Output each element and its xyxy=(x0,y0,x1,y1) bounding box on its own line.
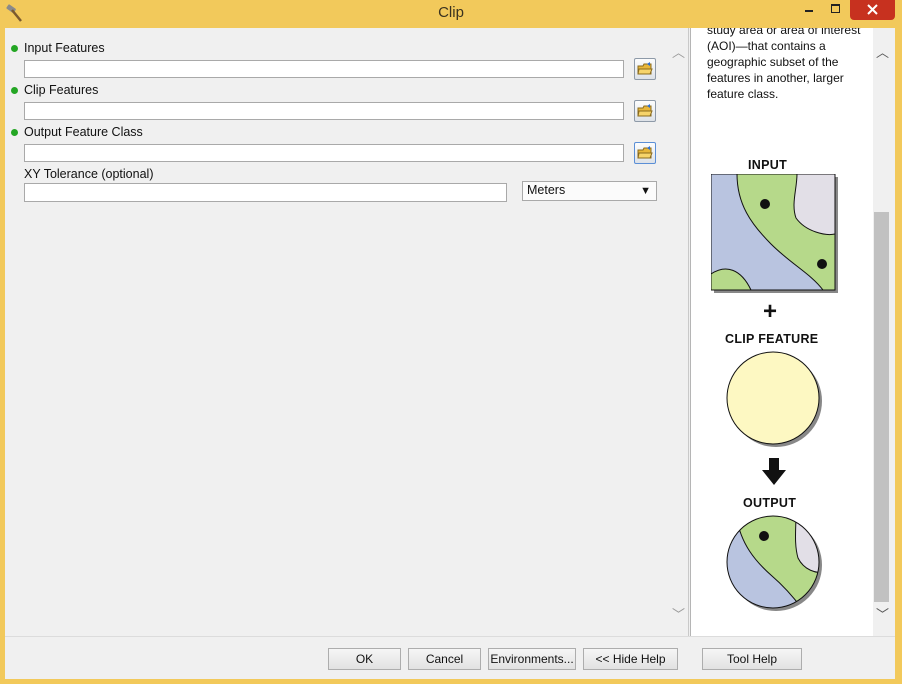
input-features-field[interactable] xyxy=(24,60,624,78)
chevron-down-icon[interactable]: ﹀ xyxy=(876,604,889,623)
required-dot xyxy=(11,129,18,136)
output-diagram xyxy=(726,515,822,611)
input-diagram-label: INPUT xyxy=(748,158,787,172)
clip-features-browse-button[interactable] xyxy=(634,100,656,122)
close-button[interactable] xyxy=(850,0,895,20)
parameters-panel: Input Features Clip Features Output Feat… xyxy=(5,28,689,636)
title-bar[interactable]: Clip xyxy=(0,0,902,27)
plus-symbol: + xyxy=(763,298,778,325)
chevron-down-icon[interactable]: ﹀ xyxy=(672,604,685,623)
clip-dialog-window: Clip Input Features Clip Features Output… xyxy=(0,0,902,684)
clip-feature-diagram xyxy=(726,351,822,447)
required-dot xyxy=(11,45,18,52)
folder-open-icon xyxy=(637,104,653,117)
units-dropdown[interactable]: Meters ▼ xyxy=(522,181,657,201)
folder-open-icon xyxy=(637,62,653,75)
input-features-browse-button[interactable] xyxy=(634,58,656,80)
chevron-up-icon[interactable]: ︿ xyxy=(876,42,889,61)
chevron-up-icon[interactable]: ︿ xyxy=(672,42,685,61)
help-text: study area or area of interest (AOI)—tha… xyxy=(707,28,861,101)
clip-features-field[interactable] xyxy=(24,102,624,120)
required-dot xyxy=(11,87,18,94)
help-panel: study area or area of interest (AOI)—tha… xyxy=(690,28,874,636)
xy-tolerance-field[interactable] xyxy=(24,183,507,202)
input-features-label: Input Features xyxy=(24,41,105,55)
ok-button[interactable]: OK xyxy=(328,648,401,670)
close-icon xyxy=(867,4,878,15)
output-feature-class-label: Output Feature Class xyxy=(24,125,143,139)
folder-open-icon xyxy=(637,146,653,159)
clip-feature-diagram-label: CLIP FEATURE xyxy=(725,332,819,346)
tool-help-button[interactable]: Tool Help xyxy=(702,648,802,670)
environments-button[interactable]: Environments... xyxy=(488,648,576,670)
help-scrollbar-thumb[interactable] xyxy=(874,212,889,602)
chevron-down-icon: ▼ xyxy=(640,185,651,197)
dialog-button-bar: OK Cancel Environments... << Hide Help T… xyxy=(5,636,895,679)
clip-features-label: Clip Features xyxy=(24,83,99,97)
output-feature-class-field[interactable] xyxy=(24,144,624,162)
output-feature-class-browse-button[interactable] xyxy=(634,142,656,164)
output-diagram-label: OUTPUT xyxy=(743,496,797,510)
dialog-client-area: Input Features Clip Features Output Feat… xyxy=(5,28,895,679)
xy-tolerance-label: XY Tolerance (optional) xyxy=(24,167,154,181)
window-title: Clip xyxy=(438,4,464,21)
cancel-button[interactable]: Cancel xyxy=(408,648,481,670)
hide-help-button[interactable]: << Hide Help xyxy=(583,648,678,670)
help-scrollbar[interactable]: ︿ ﹀ xyxy=(873,28,891,636)
units-selected-value: Meters xyxy=(527,183,566,197)
maximize-button[interactable] xyxy=(822,0,848,20)
input-diagram xyxy=(711,174,838,293)
arrow-down-icon xyxy=(762,458,786,485)
minimize-button[interactable] xyxy=(796,0,822,20)
parameters-scrollbar[interactable]: ︿ ﹀ xyxy=(669,28,687,636)
